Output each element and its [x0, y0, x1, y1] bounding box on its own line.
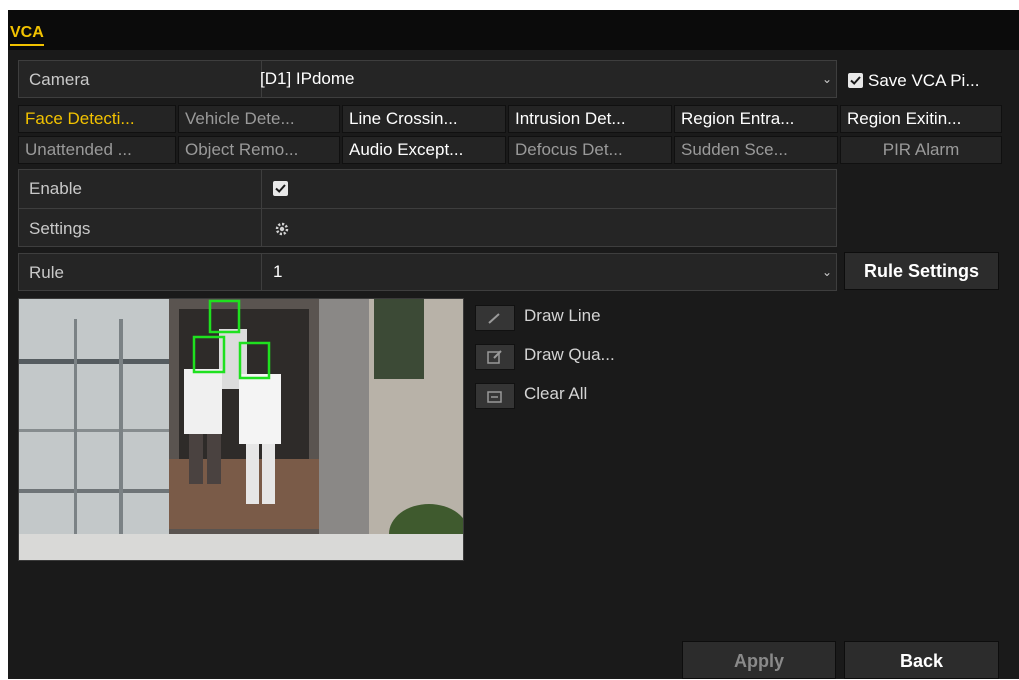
camera-frame-image	[19, 299, 463, 560]
tab-region-entrance[interactable]: Region Entra...	[674, 105, 838, 133]
enable-settings-panel: Enable Settings	[18, 169, 837, 247]
tab-vca[interactable]: VCA	[10, 24, 44, 46]
tab-vehicle-detection[interactable]: Vehicle Dete...	[178, 105, 340, 133]
pencil-icon	[475, 305, 515, 331]
divider	[261, 254, 262, 290]
camera-label: Camera	[29, 70, 90, 89]
tab-pir-alarm[interactable]: PIR Alarm	[840, 136, 1002, 164]
rule-select[interactable]: 1 ⌄	[273, 254, 836, 290]
tab-unattended-baggage[interactable]: Unattended ...	[18, 136, 176, 164]
tab-object-removal[interactable]: Object Remo...	[178, 136, 340, 164]
rule-label: Rule	[29, 263, 64, 282]
camera-select-value: [D1] IPdome	[260, 69, 355, 88]
gear-icon	[275, 222, 289, 236]
tab-line-crossing[interactable]: Line Crossin...	[342, 105, 506, 133]
settings-button[interactable]	[273, 220, 291, 238]
draw-line-button[interactable]: Draw Line	[475, 303, 705, 333]
divider	[261, 170, 262, 246]
save-vca-picture-checkbox[interactable]: Save VCA Pi...	[846, 70, 1019, 92]
tab-region-exiting[interactable]: Region Exitin...	[840, 105, 1002, 133]
tab-defocus-detection[interactable]: Defocus Det...	[508, 136, 672, 164]
chevron-down-icon: ⌄	[821, 265, 832, 279]
title-bar: VCA	[8, 10, 1019, 50]
draw-quadrilateral-button[interactable]: Draw Qua...	[475, 342, 705, 372]
divider	[19, 208, 836, 209]
edit-icon	[475, 344, 515, 370]
apply-button[interactable]: Apply	[682, 641, 836, 679]
enable-label: Enable	[29, 179, 82, 198]
rule-select-value: 1	[273, 262, 283, 281]
tab-audio-exception[interactable]: Audio Except...	[342, 136, 506, 164]
draw-line-label: Draw Line	[524, 306, 601, 325]
back-button[interactable]: Back	[844, 641, 999, 679]
tab-face-detection[interactable]: Face Detecti...	[18, 105, 176, 133]
camera-select[interactable]: [D1] IPdome ⌄	[260, 61, 836, 97]
settings-label: Settings	[29, 219, 91, 238]
camera-preview[interactable]	[18, 298, 464, 561]
tab-intrusion-detection[interactable]: Intrusion Det...	[508, 105, 672, 133]
chevron-down-icon: ⌄	[821, 72, 832, 86]
tab-sudden-scene-change[interactable]: Sudden Sce...	[674, 136, 838, 164]
clear-all-label: Clear All	[524, 384, 588, 403]
checkbox-checked-icon	[848, 73, 863, 88]
clear-icon	[475, 383, 515, 409]
save-vca-picture-label: Save VCA Pi...	[868, 71, 980, 90]
rule-settings-button[interactable]: Rule Settings	[844, 252, 999, 290]
vca-window: VCA Camera [D1] IPdome ⌄ Save VCA Pi... …	[8, 10, 1019, 679]
clear-all-button[interactable]: Clear All	[475, 381, 705, 411]
draw-quadrilateral-label: Draw Qua...	[524, 345, 615, 364]
enable-checkbox[interactable]	[273, 181, 288, 196]
